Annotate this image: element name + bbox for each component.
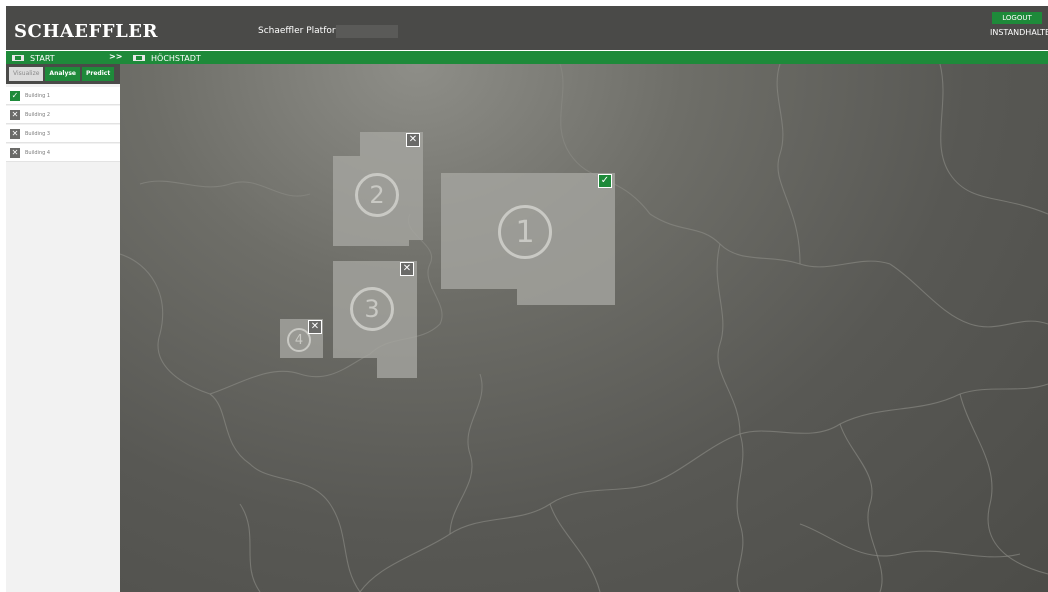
building-2-close-icon[interactable]: ✕: [406, 133, 420, 147]
map-view[interactable]: 2 ✕ 1 ✓ 3 ✕ 4 ✕: [120, 64, 1048, 592]
checkbox-unchecked-icon[interactable]: ✕: [10, 128, 20, 139]
building-3-close-icon[interactable]: ✕: [400, 262, 414, 276]
tab-predict[interactable]: Predict: [82, 67, 115, 81]
sidebar-item-label: Building 2: [25, 111, 51, 118]
map-icon: [133, 55, 145, 61]
user-role-label: INSTANDHALTER: [990, 28, 1048, 37]
sidebar-item-label: Building 1: [25, 92, 51, 99]
checkbox-unchecked-icon[interactable]: ✕: [10, 109, 20, 120]
building-4-close-icon[interactable]: ✕: [308, 320, 322, 334]
sidebar-item-label: Building 4: [25, 149, 51, 156]
logout-button[interactable]: LOGOUT: [992, 12, 1042, 24]
map-icon: [12, 55, 24, 61]
building-3-footprint[interactable]: 3 ✕: [333, 261, 418, 379]
app-header: SCHAEFFLER Schaeffler Platform LOGOUT IN…: [6, 6, 1048, 50]
platform-title: Schaeffler Platform: [258, 26, 345, 36]
breadcrumb-current[interactable]: HÖCHSTADT: [133, 52, 201, 64]
platform-search-box[interactable]: [336, 25, 398, 38]
breadcrumb-start-label: START: [30, 53, 55, 63]
building-4-footprint[interactable]: 4 ✕: [280, 319, 324, 359]
sidebar-item-building-3[interactable]: ✕ Building 3: [6, 125, 120, 143]
building-1-number: 1: [498, 205, 552, 259]
sidebar-item-building-2[interactable]: ✕ Building 2: [6, 106, 120, 124]
schaeffler-logo: SCHAEFFLER: [14, 21, 158, 42]
breadcrumb-start[interactable]: START: [12, 52, 55, 64]
sidebar-item-building-4[interactable]: ✕ Building 4: [6, 144, 120, 162]
sidebar-item-label: Building 3: [25, 130, 51, 137]
sidebar-item-building-1[interactable]: ✓ Building 1: [6, 87, 120, 105]
building-2-number: 2: [355, 173, 399, 217]
tab-analyse[interactable]: Analyse: [45, 67, 80, 81]
tab-visualize[interactable]: Visualize: [9, 67, 44, 81]
building-1-footprint[interactable]: 1 ✓: [441, 173, 616, 306]
building-2-footprint[interactable]: 2 ✕: [333, 132, 425, 247]
sidebar-tabs: Visualize Analyse Predict: [6, 64, 120, 84]
sidebar: Visualize Analyse Predict ✓ Building 1 ✕…: [6, 64, 120, 592]
breadcrumb-separator: >>: [109, 52, 123, 61]
building-1-check-icon[interactable]: ✓: [598, 174, 612, 188]
building-3-number: 3: [350, 287, 394, 331]
map-borders: [120, 64, 1048, 592]
breadcrumb-current-label: HÖCHSTADT: [151, 53, 201, 63]
checkbox-unchecked-icon[interactable]: ✕: [10, 147, 20, 158]
breadcrumb: START >> HÖCHSTADT: [6, 50, 1048, 64]
checkbox-checked-icon[interactable]: ✓: [10, 90, 20, 101]
